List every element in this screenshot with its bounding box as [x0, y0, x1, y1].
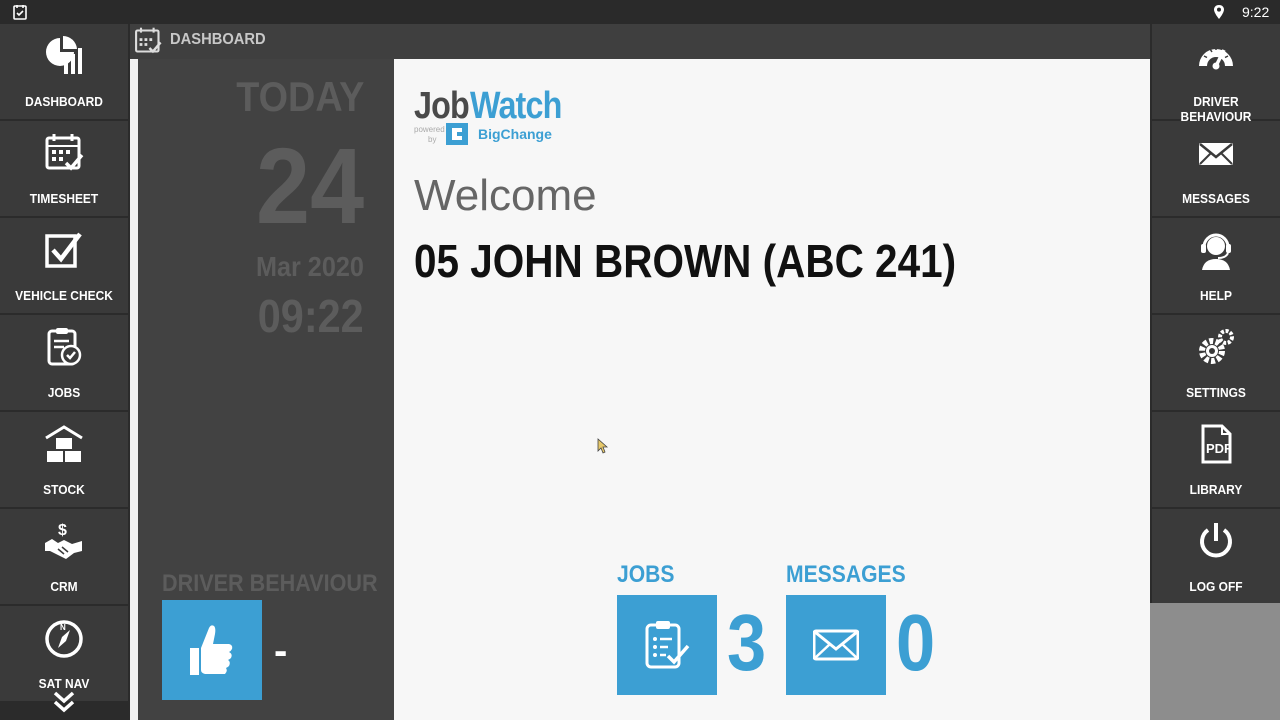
- boxes-icon: [45, 425, 83, 462]
- date-day: 24: [255, 125, 364, 246]
- pdf-icon: PDF: [1201, 424, 1232, 464]
- today-label: TODAY: [235, 73, 364, 120]
- status-time: 9:22: [1242, 4, 1270, 20]
- driver-behaviour-value: -: [274, 629, 288, 673]
- jobwatch-app-icon: [13, 5, 27, 20]
- speedometer-icon: [1199, 47, 1233, 70]
- left-nav-rail: DASHBOARD TIMESHEET VEHICLE CHECK JOBS S…: [0, 24, 130, 720]
- svg-text:$: $: [58, 522, 67, 539]
- nav-label-jobs: JOBS: [47, 385, 81, 400]
- status-bar: 9:22: [0, 0, 1280, 24]
- messages-tile[interactable]: [786, 595, 886, 695]
- messages-count: 0: [896, 598, 936, 687]
- nav-label-dashboard: DASHBOARD: [25, 94, 103, 109]
- jobs-count: 3: [727, 598, 767, 687]
- nav-item-sat-nav[interactable]: N SAT NAV: [0, 606, 128, 701]
- nav-item-crm[interactable]: $ CRM: [0, 509, 128, 604]
- handshake-dollar-icon: $: [45, 522, 82, 559]
- envelope-icon: [813, 629, 859, 661]
- welcome-heading: Welcome: [414, 171, 597, 220]
- date-month-year: Mar 2020: [256, 251, 364, 282]
- page-title: DASHBOARD: [170, 31, 266, 48]
- scroll-more-chevron-icon[interactable]: [50, 690, 78, 714]
- nav-item-driver-behaviour[interactable]: DRIVER BEHAVIOUR: [1152, 24, 1280, 124]
- svg-text:N: N: [60, 623, 66, 632]
- main-content: Job Watch powered by BigChange Welcome 0…: [394, 59, 1150, 720]
- nav-label-timesheet: TIMESHEET: [29, 191, 99, 206]
- headset-icon: [1201, 233, 1231, 270]
- gears-icon: [1199, 329, 1234, 364]
- logo-text-watch: Watch: [470, 85, 562, 127]
- nav-label-help: HELP: [1200, 288, 1232, 303]
- nav-item-messages[interactable]: MESSAGES: [1152, 121, 1280, 216]
- messages-label: MESSAGES: [786, 561, 906, 588]
- calendar-check-icon: [135, 27, 162, 54]
- date-panel: TODAY 24 Mar 2020 09:22 DRIVER BEHAVIOUR…: [138, 59, 394, 720]
- nav-item-timesheet[interactable]: TIMESHEET: [0, 121, 128, 216]
- nav-item-vehicle-check[interactable]: VEHICLE CHECK: [0, 218, 128, 313]
- logo-text-job: Job: [414, 85, 470, 127]
- nav-label-log-off: LOG OFF: [1189, 579, 1243, 594]
- mouse-cursor-icon: [597, 438, 609, 454]
- calendar-check-icon: [45, 134, 84, 171]
- nav-item-jobs[interactable]: JOBS: [0, 315, 128, 410]
- clipboard-check-icon: [47, 328, 82, 366]
- logo-bigchange-text: BigChange: [478, 126, 552, 142]
- nav-item-settings[interactable]: SETTINGS: [1152, 315, 1280, 410]
- date-time: 09:22: [258, 290, 364, 342]
- nav-item-help[interactable]: HELP: [1152, 218, 1280, 313]
- thumbs-up-icon: [190, 625, 233, 675]
- content-border: [130, 59, 138, 720]
- logo-powered-text: powered: [414, 125, 445, 134]
- svg-text:PDF: PDF: [1206, 441, 1232, 456]
- right-nav-rail: DRIVER BEHAVIOUR MESSAGES HELP SETTINGS …: [1150, 24, 1280, 604]
- nav-label-messages: MESSAGES: [1182, 191, 1250, 206]
- nav-label-library: LIBRARY: [1189, 482, 1243, 497]
- nav-label-driver-behaviour: DRIVER BEHAVIOUR: [1180, 94, 1252, 124]
- bigchange-logo-icon: [446, 123, 468, 145]
- location-pin-icon: [1214, 5, 1224, 19]
- nav-item-library[interactable]: PDF LIBRARY: [1152, 412, 1280, 507]
- nav-label-stock: STOCK: [43, 482, 85, 497]
- nav-label-vehicle-check: VEHICLE CHECK: [15, 288, 113, 303]
- nav-label-sat-nav: SAT NAV: [38, 676, 90, 691]
- nav-label-crm: CRM: [50, 579, 78, 594]
- clipboard-check-icon: [645, 621, 690, 669]
- nav-item-stock[interactable]: STOCK: [0, 412, 128, 507]
- nav-item-dashboard[interactable]: DASHBOARD: [0, 24, 128, 119]
- user-name: 05 JOHN BROWN (ABC 241): [414, 235, 957, 287]
- jobwatch-logo: Job Watch powered by BigChange: [414, 85, 594, 149]
- nav-item-log-off[interactable]: LOG OFF: [1152, 509, 1280, 604]
- dashboard-chart-icon: [46, 36, 82, 74]
- nav-label-settings: SETTINGS: [1186, 385, 1246, 400]
- power-icon: [1200, 523, 1232, 558]
- driver-behaviour-label: DRIVER BEHAVIOUR: [162, 570, 378, 597]
- right-rail-empty-area: [1150, 603, 1280, 720]
- logo-by-text: by: [428, 135, 437, 144]
- checkbox-icon: [45, 232, 82, 268]
- envelope-icon: [1199, 143, 1233, 165]
- compass-icon: N: [45, 620, 83, 658]
- driver-behaviour-tile[interactable]: [162, 600, 262, 700]
- page-header: DASHBOARD: [130, 24, 1150, 59]
- jobs-label: JOBS: [617, 561, 675, 588]
- jobs-tile[interactable]: [617, 595, 717, 695]
